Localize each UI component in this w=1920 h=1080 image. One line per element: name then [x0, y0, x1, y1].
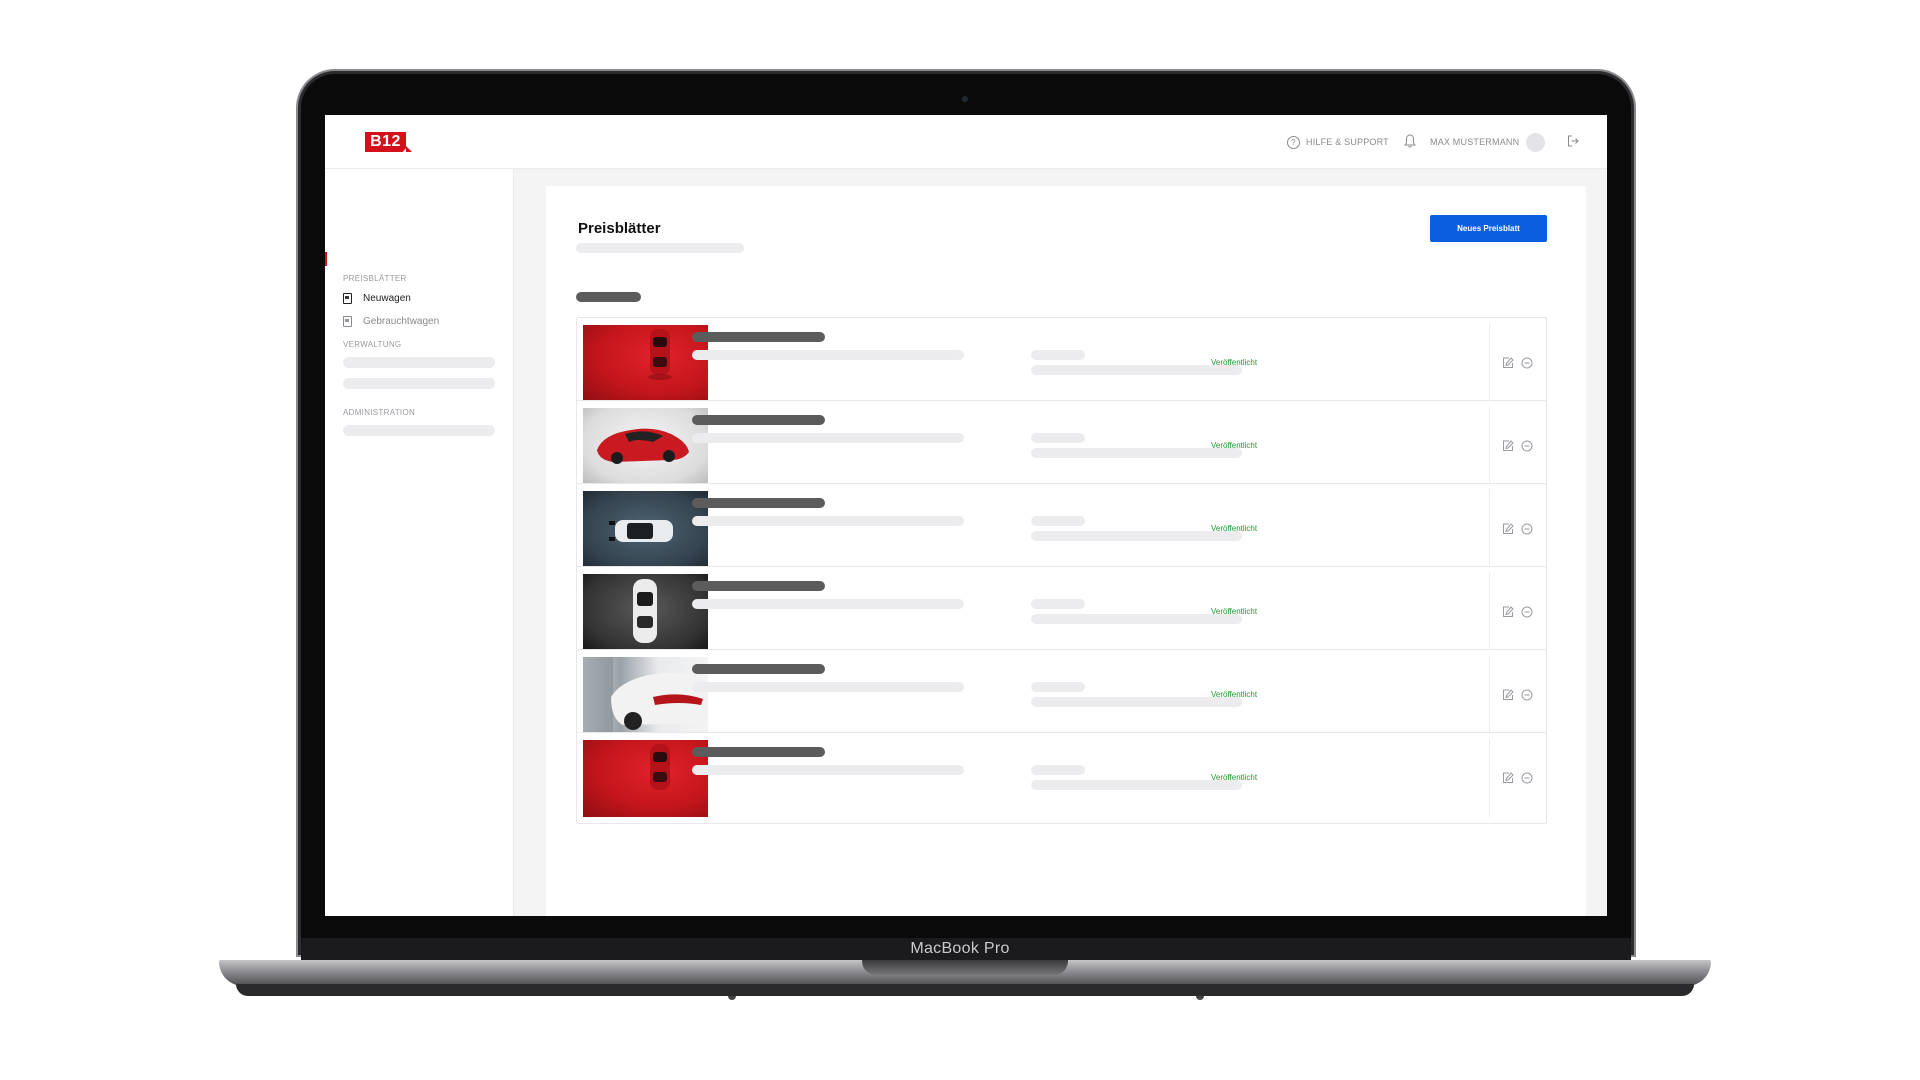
edit-icon[interactable] [1502, 689, 1514, 701]
edit-icon[interactable] [1502, 440, 1514, 452]
avatar [1526, 132, 1546, 152]
divider [1489, 490, 1490, 568]
text-placeholder [1031, 697, 1242, 707]
text-placeholder [1031, 780, 1242, 790]
list-item[interactable]: Veröffentlicht [576, 732, 1547, 824]
list-item[interactable]: Veröffentlicht [576, 649, 1547, 741]
main-content: Preisblätter Neues Preisblatt Veröffentl… [546, 186, 1586, 916]
text-placeholder [692, 682, 964, 692]
list-item[interactable]: Veröffentlicht [576, 483, 1547, 575]
sidebar-placeholder[interactable] [343, 425, 495, 436]
help-icon: ? [1287, 135, 1300, 149]
sidebar-placeholder[interactable] [343, 378, 495, 389]
sidebar-item-gebrauchtwagen[interactable]: Gebrauchtwagen [343, 312, 439, 330]
text-placeholder [1031, 516, 1085, 526]
title-placeholder [692, 498, 825, 508]
document-icon [343, 315, 352, 327]
laptop-foot [728, 996, 736, 1000]
laptop-notch [862, 960, 1068, 975]
remove-icon[interactable] [1521, 772, 1533, 784]
edit-icon[interactable] [1502, 606, 1514, 618]
divider [1489, 573, 1490, 651]
title-placeholder [692, 332, 825, 342]
car-thumbnail[interactable] [583, 491, 708, 568]
new-price-sheet-button[interactable]: Neues Preisblatt [1430, 215, 1547, 242]
title-placeholder [692, 664, 825, 674]
sidebar-section-verwaltung: VERWALTUNG [343, 340, 402, 349]
sidebar-section-preisblaetter: PREISBLÄTTER [343, 274, 407, 283]
text-placeholder [692, 433, 964, 443]
laptop-foot [1196, 996, 1204, 1000]
divider [1489, 656, 1490, 734]
top-bar: B12 ? HILFE & SUPPORT MAX MUSTERMANN [325, 115, 1607, 169]
sidebar-item-neuwagen[interactable]: Neuwagen [343, 289, 411, 307]
car-thumbnail[interactable] [583, 740, 708, 817]
subtitle-placeholder [576, 243, 744, 253]
car-thumbnail[interactable] [583, 408, 708, 485]
logo-tail [406, 146, 412, 152]
list-item[interactable]: Veröffentlicht [576, 566, 1547, 658]
remove-icon[interactable] [1521, 606, 1533, 618]
car-thumbnail[interactable] [583, 574, 708, 651]
text-placeholder [1031, 765, 1085, 775]
text-placeholder [692, 350, 964, 360]
title-placeholder [692, 581, 825, 591]
remove-icon[interactable] [1521, 689, 1533, 701]
logo[interactable]: B12 [365, 132, 406, 152]
active-indicator [325, 252, 327, 266]
text-placeholder [1031, 448, 1242, 458]
divider [1489, 324, 1490, 402]
device-label: MacBook Pro [910, 940, 1010, 957]
text-placeholder [692, 765, 964, 775]
sidebar: PREISBLÄTTER Neuwagen Gebrauchtwagen VER… [325, 169, 514, 916]
divider [1489, 407, 1490, 485]
title-placeholder [692, 415, 825, 425]
text-placeholder [1031, 433, 1085, 443]
remove-icon[interactable] [1521, 440, 1533, 452]
laptop-base-bottom [236, 984, 1694, 996]
text-placeholder [692, 599, 964, 609]
remove-icon[interactable] [1521, 523, 1533, 535]
text-placeholder [1031, 531, 1242, 541]
sidebar-placeholder[interactable] [343, 357, 495, 368]
bell-icon[interactable] [1404, 134, 1416, 148]
text-placeholder [1031, 599, 1085, 609]
edit-icon[interactable] [1502, 523, 1514, 535]
logout-icon[interactable] [1567, 135, 1579, 147]
edit-icon[interactable] [1502, 772, 1514, 784]
list-item[interactable]: Veröffentlicht [576, 317, 1547, 409]
car-thumbnail[interactable] [583, 657, 708, 734]
remove-icon[interactable] [1521, 357, 1533, 369]
sidebar-section-administration: ADMINISTRATION [343, 408, 416, 417]
app-screen: B12 ? HILFE & SUPPORT MAX MUSTERMANN PRE… [325, 115, 1607, 916]
sidebar-item-label: Gebrauchtwagen [363, 315, 440, 327]
help-support-link[interactable]: ? HILFE & SUPPORT [1287, 129, 1389, 155]
text-placeholder [1031, 350, 1085, 360]
text-placeholder [1031, 682, 1085, 692]
text-placeholder [692, 516, 964, 526]
document-icon [343, 292, 352, 304]
title-placeholder [692, 747, 825, 757]
user-menu[interactable]: MAX MUSTERMANN [1430, 129, 1546, 155]
text-placeholder [1031, 365, 1242, 375]
edit-icon[interactable] [1502, 357, 1514, 369]
page-title: Preisblätter [578, 220, 661, 237]
list-item[interactable]: Veröffentlicht [576, 400, 1547, 492]
camera-icon [962, 96, 968, 102]
divider [1489, 739, 1490, 817]
text-placeholder [1031, 614, 1242, 624]
sidebar-item-label: Neuwagen [363, 292, 411, 304]
help-label: HILFE & SUPPORT [1306, 137, 1389, 147]
section-label-placeholder [576, 292, 641, 302]
car-thumbnail[interactable] [583, 325, 708, 402]
user-name: MAX MUSTERMANN [1430, 137, 1520, 147]
